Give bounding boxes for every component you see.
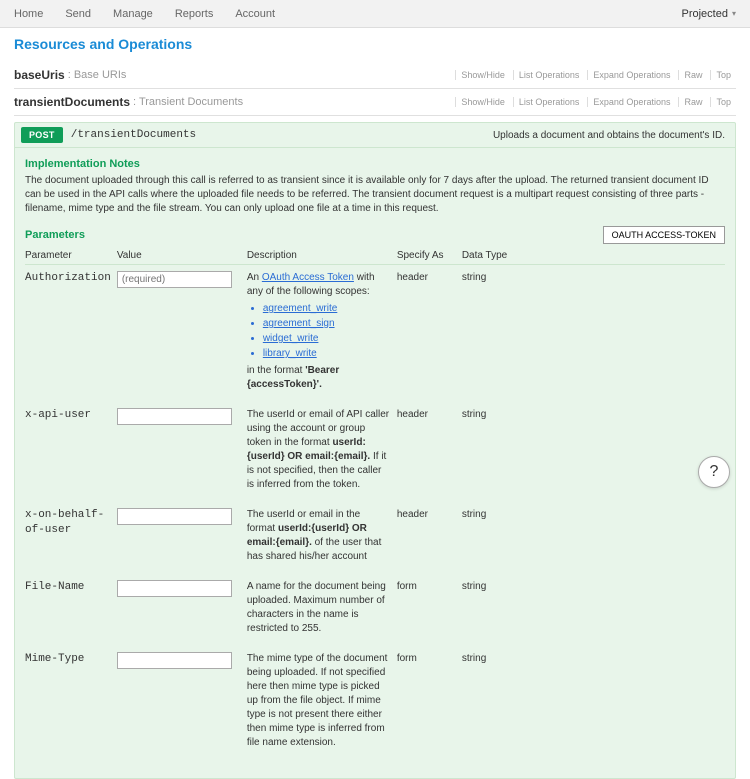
- page-title: Resources and Operations: [14, 36, 736, 52]
- param-description: The userId or email of API caller using …: [247, 402, 397, 502]
- col-value: Value: [117, 246, 247, 265]
- action-expand-operations[interactable]: Expand Operations: [587, 70, 675, 80]
- action-raw[interactable]: Raw: [678, 70, 707, 80]
- scope-link[interactable]: agreement_write: [263, 302, 391, 316]
- scope-link[interactable]: widget_write: [263, 332, 391, 346]
- implementation-notes-text: The document uploaded through this call …: [25, 174, 725, 216]
- param-row-mime-type: Mime-Type The mime type of the document …: [25, 646, 725, 760]
- top-nav: Home Send Manage Reports Account Project…: [0, 0, 750, 28]
- section-header-baseuris: baseUris : Base URIs Show/Hide List Oper…: [14, 62, 736, 89]
- param-name: Mime-Type: [25, 646, 117, 760]
- action-list-operations[interactable]: List Operations: [513, 70, 585, 80]
- account-dropdown[interactable]: Projected ▾: [682, 8, 737, 20]
- param-specify-as: header: [397, 265, 462, 403]
- action-expand-operations[interactable]: Expand Operations: [587, 97, 675, 107]
- param-file-name-input[interactable]: [117, 580, 232, 597]
- param-x-api-user-input[interactable]: [117, 408, 232, 425]
- param-data-type: string: [462, 265, 725, 403]
- chevron-down-icon: ▾: [732, 9, 736, 18]
- parameters-table: Parameter Value Description Specify As D…: [25, 246, 725, 760]
- http-method-badge: POST: [21, 127, 63, 143]
- help-icon-label: ?: [710, 463, 719, 481]
- section-sub: : Transient Documents: [133, 96, 243, 108]
- param-data-type: string: [462, 502, 725, 574]
- param-description: An OAuth Access Token with any of the fo…: [247, 265, 397, 403]
- action-showhide[interactable]: Show/Hide: [455, 70, 510, 80]
- param-name: Authorization: [25, 265, 117, 403]
- col-specify-as: Specify As: [397, 246, 462, 265]
- account-dropdown-label: Projected: [682, 8, 728, 20]
- param-description: The userId or email in the format userId…: [247, 502, 397, 574]
- section-name[interactable]: baseUris: [14, 68, 65, 82]
- col-description: Description: [247, 246, 397, 265]
- param-name: x-on-behalf-of-user: [25, 502, 117, 574]
- operation-panel: POST /transientDocuments Uploads a docum…: [14, 122, 736, 779]
- param-x-on-behalf-of-user-input[interactable]: [117, 508, 232, 525]
- param-description: A name for the document being uploaded. …: [247, 574, 397, 646]
- param-specify-as: form: [397, 574, 462, 646]
- nav-send[interactable]: Send: [65, 8, 91, 20]
- section-header-transientdocuments: transientDocuments : Transient Documents…: [14, 89, 736, 116]
- nav-manage[interactable]: Manage: [113, 8, 153, 20]
- nav-home[interactable]: Home: [14, 8, 43, 20]
- param-row-x-on-behalf-of-user: x-on-behalf-of-user The userId or email …: [25, 502, 725, 574]
- col-parameter: Parameter: [25, 246, 117, 265]
- param-mime-type-input[interactable]: [117, 652, 232, 669]
- param-data-type: string: [462, 402, 725, 502]
- parameters-title: Parameters: [25, 229, 85, 241]
- action-top[interactable]: Top: [710, 70, 736, 80]
- param-name: File-Name: [25, 574, 117, 646]
- param-row-file-name: File-Name A name for the document being …: [25, 574, 725, 646]
- section-name[interactable]: transientDocuments: [14, 95, 130, 109]
- scope-link[interactable]: agreement_sign: [263, 317, 391, 331]
- operation-summary: Uploads a document and obtains the docum…: [493, 130, 725, 141]
- implementation-notes-title: Implementation Notes: [25, 158, 725, 170]
- help-icon[interactable]: ?: [698, 456, 730, 488]
- action-showhide[interactable]: Show/Hide: [455, 97, 510, 107]
- section-sub: : Base URIs: [68, 69, 127, 81]
- scope-link[interactable]: library_write: [263, 347, 391, 361]
- action-top[interactable]: Top: [710, 97, 736, 107]
- nav-reports[interactable]: Reports: [175, 8, 214, 20]
- param-description: The mime type of the document being uplo…: [247, 646, 397, 760]
- param-name: x-api-user: [25, 402, 117, 502]
- col-data-type: Data Type: [462, 246, 725, 265]
- param-authorization-input[interactable]: [117, 271, 232, 288]
- param-row-authorization: Authorization An OAuth Access Token with…: [25, 265, 725, 403]
- action-list-operations[interactable]: List Operations: [513, 97, 585, 107]
- param-data-type: string: [462, 574, 725, 646]
- operation-bar[interactable]: POST /transientDocuments Uploads a docum…: [15, 123, 735, 148]
- param-specify-as: header: [397, 402, 462, 502]
- param-data-type: string: [462, 646, 725, 760]
- param-specify-as: form: [397, 646, 462, 760]
- param-row-x-api-user: x-api-user The userId or email of API ca…: [25, 402, 725, 502]
- nav-account[interactable]: Account: [235, 8, 275, 20]
- operation-path: /transientDocuments: [71, 129, 196, 141]
- action-raw[interactable]: Raw: [678, 97, 707, 107]
- param-specify-as: header: [397, 502, 462, 574]
- oauth-access-token-button[interactable]: OAUTH ACCESS-TOKEN: [603, 226, 725, 244]
- oauth-access-token-link[interactable]: OAuth Access Token: [262, 272, 354, 283]
